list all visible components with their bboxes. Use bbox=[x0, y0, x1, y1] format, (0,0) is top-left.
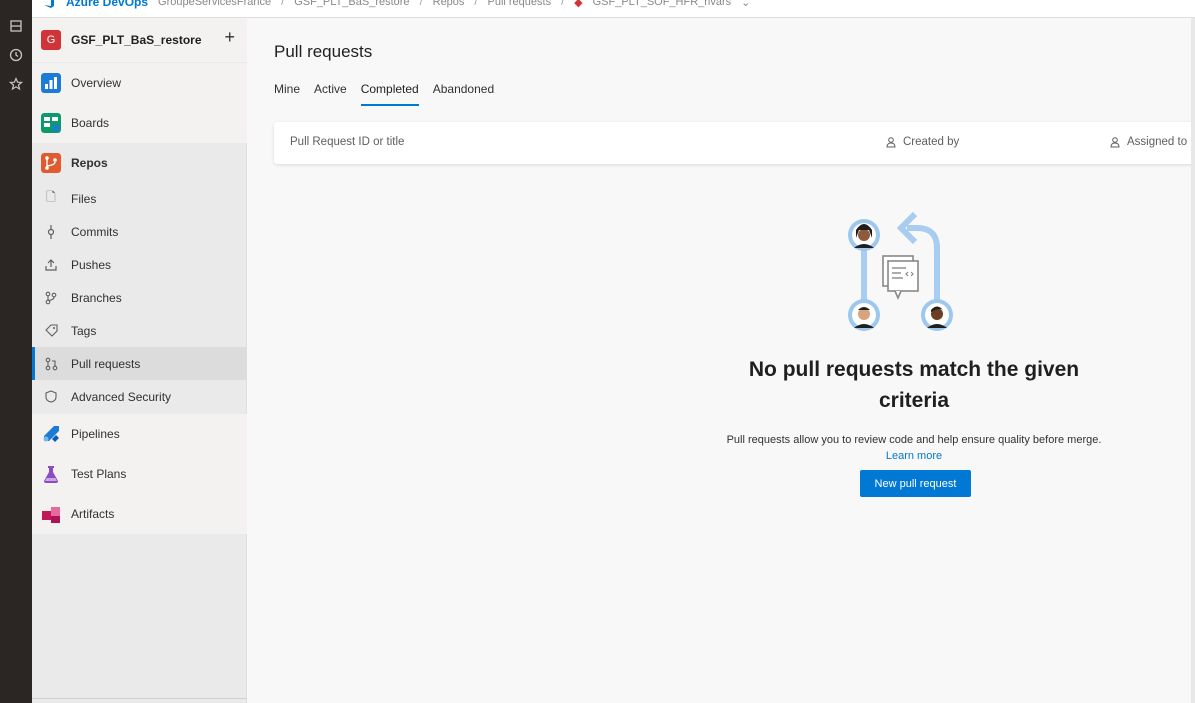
branch-icon bbox=[41, 288, 61, 308]
sidebar: G GSF_PLT_BaS_restore + Overview Boards … bbox=[32, 18, 247, 703]
person-icon bbox=[886, 136, 896, 147]
breadcrumb-repo[interactable]: GSF_PLT_SOF_HFR_rivars bbox=[593, 0, 732, 8]
repo-icon: ◆ bbox=[574, 0, 583, 9]
history-icon[interactable] bbox=[6, 45, 26, 65]
sidebar-item-label: Tags bbox=[71, 323, 97, 338]
project-badge: G bbox=[41, 30, 61, 50]
sidebar-item-label: Commits bbox=[71, 224, 119, 239]
sidebar-item-advanced-security[interactable]: Advanced Security bbox=[32, 380, 247, 413]
scrollbar[interactable] bbox=[1191, 18, 1195, 703]
pipelines-icon bbox=[43, 426, 59, 442]
collections-icon[interactable] bbox=[6, 16, 26, 36]
sidebar-item-overview[interactable]: Overview bbox=[32, 63, 247, 103]
project-header[interactable]: G GSF_PLT_BaS_restore + bbox=[32, 18, 247, 62]
tab-completed[interactable]: Completed bbox=[360, 82, 419, 106]
test-plans-icon bbox=[44, 466, 58, 483]
sidebar-divider bbox=[32, 698, 247, 699]
browser-side-rail bbox=[0, 0, 32, 703]
sidebar-item-files[interactable]: 🗋 Files bbox=[32, 182, 247, 215]
file-icon: 🗋 bbox=[46, 190, 56, 204]
page-title: Pull requests bbox=[274, 42, 373, 61]
pull-request-icon bbox=[41, 354, 61, 374]
empty-state-title: No pull requests match the given criteri… bbox=[748, 358, 1080, 412]
breadcrumb-separator: / bbox=[281, 0, 285, 8]
push-icon bbox=[41, 255, 61, 275]
learn-more-link[interactable]: Learn more bbox=[886, 450, 942, 462]
add-icon[interactable]: + bbox=[224, 27, 235, 48]
boards-icon bbox=[41, 113, 61, 133]
breadcrumb-pull-requests[interactable]: Pull requests bbox=[487, 0, 551, 8]
breadcrumb-separator: / bbox=[561, 0, 565, 8]
sidebar-item-label: Pushes bbox=[71, 257, 112, 272]
sidebar-item-boards[interactable]: Boards bbox=[32, 103, 247, 143]
azure-devops-logo-icon bbox=[44, 0, 54, 8]
sidebar-item-label: Files bbox=[71, 191, 97, 206]
tab-abandoned[interactable]: Abandoned bbox=[433, 82, 494, 106]
sidebar-item-label: Artifacts bbox=[71, 507, 115, 521]
sidebar-item-label: Test Plans bbox=[71, 467, 127, 481]
empty-state-description: Pull requests allow you to review code a… bbox=[724, 432, 1104, 464]
new-pull-request-button[interactable]: New pull request bbox=[860, 470, 971, 497]
shield-icon bbox=[41, 387, 61, 407]
sidebar-item-label: Repos bbox=[71, 156, 108, 170]
breadcrumb-repos[interactable]: Repos bbox=[433, 0, 465, 8]
person-icon bbox=[1110, 136, 1120, 147]
created-by-filter[interactable]: Created by bbox=[886, 136, 959, 148]
breadcrumb-separator: / bbox=[474, 0, 478, 8]
pull-request-tabs: Mine Active Completed Abandoned bbox=[274, 82, 494, 106]
sidebar-item-label: Boards bbox=[71, 116, 110, 130]
sidebar-item-label: Pull requests bbox=[71, 356, 141, 371]
brand-link[interactable]: Azure DevOps bbox=[66, 0, 148, 9]
tag-icon bbox=[41, 321, 61, 341]
filter-bar: Created by Assigned to bbox=[274, 122, 1195, 164]
breadcrumb: Azure DevOps GroupeServicesFrance / GSF_… bbox=[42, 0, 750, 9]
breadcrumb-org[interactable]: GroupeServicesFrance bbox=[158, 0, 271, 8]
artifacts-icon bbox=[42, 507, 60, 523]
sidebar-item-pushes[interactable]: Pushes bbox=[32, 248, 247, 281]
pull-request-search-input[interactable] bbox=[290, 136, 590, 148]
sidebar-item-label: Branches bbox=[71, 290, 122, 305]
tab-active[interactable]: Active bbox=[314, 82, 347, 106]
pull-request-illustration-icon bbox=[848, 211, 953, 331]
tab-mine[interactable]: Mine bbox=[274, 82, 300, 106]
top-breadcrumb-bar: Azure DevOps GroupeServicesFrance / GSF_… bbox=[32, 0, 1195, 18]
sidebar-item-commits[interactable]: Commits bbox=[32, 215, 247, 248]
commit-icon bbox=[41, 222, 61, 242]
assigned-to-label: Assigned to bbox=[1127, 136, 1188, 148]
favorites-star-icon[interactable] bbox=[6, 74, 26, 94]
sidebar-item-artifacts[interactable]: Artifacts bbox=[32, 494, 247, 534]
repos-icon bbox=[41, 153, 61, 173]
created-by-label: Created by bbox=[903, 136, 960, 148]
sidebar-item-label: Pipelines bbox=[71, 427, 120, 441]
sidebar-item-branches[interactable]: Branches bbox=[32, 281, 247, 314]
chevron-down-icon[interactable]: ⌄ bbox=[741, 0, 750, 9]
empty-state-description-text: Pull requests allow you to review code a… bbox=[726, 434, 1102, 446]
breadcrumb-separator: / bbox=[419, 0, 423, 8]
project-name[interactable]: GSF_PLT_BaS_restore bbox=[71, 33, 202, 47]
sidebar-item-pull-requests[interactable]: Pull requests bbox=[32, 347, 247, 380]
overview-icon bbox=[41, 73, 61, 93]
breadcrumb-project[interactable]: GSF_PLT_BaS_restore bbox=[294, 0, 409, 8]
sidebar-item-tags[interactable]: Tags bbox=[32, 314, 247, 347]
sidebar-item-repos[interactable]: Repos bbox=[32, 143, 247, 183]
sidebar-item-label: Advanced Security bbox=[71, 389, 172, 404]
sidebar-item-pipelines[interactable]: Pipelines bbox=[32, 414, 247, 454]
sidebar-item-test-plans[interactable]: Test Plans bbox=[32, 454, 247, 494]
assigned-to-filter[interactable]: Assigned to bbox=[1110, 136, 1187, 148]
sidebar-item-label: Overview bbox=[71, 76, 122, 90]
